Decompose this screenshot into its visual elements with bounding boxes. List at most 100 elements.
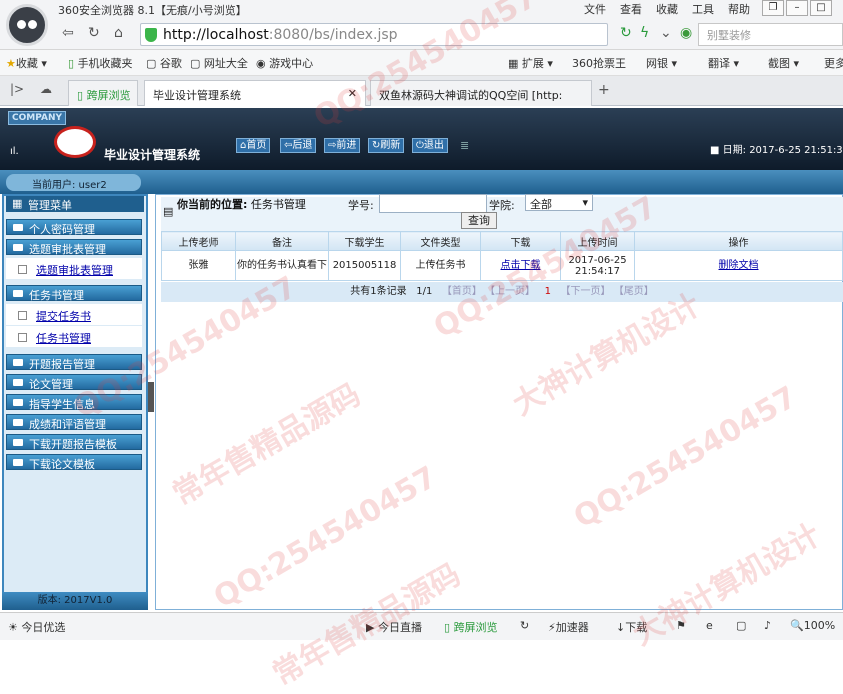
reload-icon[interactable]: ↻: [88, 25, 100, 41]
minimize-icon[interactable]: –: [786, 0, 808, 16]
delete-document-link[interactable]: 删除文档: [719, 260, 759, 271]
menu-icon[interactable]: ≣: [460, 139, 469, 152]
sidebar-item-thesis[interactable]: 论文管理: [6, 374, 142, 391]
restore-icon[interactable]: ❐: [762, 0, 784, 16]
status-cross-screen[interactable]: ▯ 跨屏浏览: [444, 619, 498, 635]
bookmark-screenshot[interactable]: 截图 ▾: [768, 55, 799, 71]
sidebar-item-download-thesis-template[interactable]: 下载论文模板: [6, 454, 142, 471]
close-tab-icon[interactable]: ✕: [348, 87, 357, 100]
task-table: 上传老师 备注 下载学生 文件类型 下载 上传时间 操作 张雅 你的任务书认真看…: [161, 231, 843, 281]
bookmark-google[interactable]: ▢ 谷歌: [146, 55, 182, 71]
sidebar-subitem-topic-approval-manage[interactable]: 选题审批表管理: [6, 258, 142, 279]
address-bar[interactable]: http://localhost:8080/bs/index.jsp: [140, 23, 608, 46]
pager-prev[interactable]: 【上一页】: [485, 286, 535, 297]
cloud-icon[interactable]: ☁: [40, 82, 52, 96]
status-bar: ☀ 今日优选 ▶ 今日直播 ▯ 跨屏浏览 ↻ ⚡加速器 ↓下载 ⚑ e ▢ ♪ …: [0, 612, 843, 640]
dropdown-icon[interactable]: ⌄: [660, 25, 672, 41]
tab-graduation-system[interactable]: 毕业设计管理系统 ✕: [144, 80, 366, 106]
menu-help[interactable]: 帮助: [728, 1, 750, 17]
sidebar-toggle-icon[interactable]: |>: [10, 82, 24, 96]
bookmark-bank[interactable]: 网银 ▾: [646, 55, 677, 71]
status-today-picks[interactable]: ☀ 今日优选: [8, 619, 65, 635]
pager-last[interactable]: 【尾页】: [614, 286, 654, 297]
status-download[interactable]: ↓下载: [616, 619, 647, 635]
browser-title-bar: 360安全浏览器 8.1【无痕/小号浏览】 文件 查看 收藏 工具 帮助 ❐ –…: [0, 0, 843, 19]
sidebar-item-grades[interactable]: 成绩和评语管理: [6, 414, 142, 431]
window-icon[interactable]: ▢: [736, 619, 746, 632]
download-link[interactable]: 点击下载: [501, 260, 541, 271]
cell-action: 删除文档: [634, 250, 843, 281]
query-button[interactable]: 查询: [461, 212, 497, 229]
bookmark-tickets[interactable]: 360抢票王: [572, 55, 626, 71]
home-button[interactable]: ⌂首页: [236, 138, 271, 153]
new-tab-icon[interactable]: +: [598, 82, 610, 98]
menu-file[interactable]: 文件: [584, 1, 606, 17]
ie-icon[interactable]: e: [706, 619, 713, 632]
pager-next[interactable]: 【下一页】: [561, 286, 611, 297]
bookmark-games[interactable]: ◉ 游戏中心: [256, 55, 313, 71]
search-engine-icon[interactable]: ◉: [680, 25, 692, 41]
address-text[interactable]: http://localhost:8080/bs/index.jsp: [163, 27, 398, 43]
app-title: 毕业设计管理系统: [104, 148, 201, 162]
menu-view[interactable]: 查看: [620, 1, 642, 17]
tab-cross-screen[interactable]: ▯ 跨屏浏览: [68, 80, 138, 106]
student-no-input[interactable]: [379, 194, 487, 213]
sidebar-item-proposal[interactable]: 开题报告管理: [6, 354, 142, 371]
bookmark-more[interactable]: 更多: [824, 55, 843, 71]
forward-button[interactable]: ⇨前进: [324, 138, 361, 153]
sidebar-item-password[interactable]: 个人密码管理: [6, 219, 142, 236]
menu-tools[interactable]: 工具: [692, 1, 714, 17]
logo-eye-icon: [28, 20, 37, 29]
app-logo-icon: [54, 126, 96, 158]
bookmark-favorites[interactable]: ★收藏 ▾: [6, 55, 47, 71]
sidebar-subitem-task-manage[interactable]: 任务书管理: [6, 326, 142, 347]
menu-favorites[interactable]: 收藏: [656, 1, 678, 17]
maximize-icon[interactable]: □: [810, 0, 832, 16]
flag-icon[interactable]: ⚑: [676, 619, 686, 632]
bookmark-mobile[interactable]: ▯ 手机收藏夹: [68, 55, 133, 71]
college-select[interactable]: 全部 ▾: [525, 194, 593, 211]
status-refresh-icon[interactable]: ↻: [520, 619, 529, 632]
tab-qq-space[interactable]: 双鱼林源码大神调试的QQ空间 [http:: [370, 80, 592, 106]
sidebar-collapse-handle[interactable]: [148, 382, 154, 412]
status-live[interactable]: ▶ 今日直播: [366, 619, 422, 635]
table-row: 张雅 你的任务书认真看下 2015005118 上传任务书 点击下载 2017-…: [161, 250, 843, 281]
location-breadcrumb: 你当前的位置: 任务书管理: [177, 198, 306, 211]
sidebar-item-topic-approval[interactable]: 选题审批表管理: [6, 239, 142, 256]
speaker-icon[interactable]: ♪: [764, 619, 771, 632]
zoom-level[interactable]: 🔍100%: [790, 619, 835, 632]
menu-title: ▦ 管理菜单: [6, 196, 144, 212]
col-upload-time: 上传时间: [560, 231, 635, 251]
table-header-row: 上传老师 备注 下载学生 文件类型 下载 上传时间 操作: [161, 231, 843, 251]
version-label: 版本: 2017V1.0: [2, 592, 148, 610]
home-icon[interactable]: ⌂: [114, 25, 123, 41]
security-shield-icon: [145, 28, 157, 42]
bookmark-sites[interactable]: ▢ 网址大全: [190, 55, 248, 71]
refresh-button[interactable]: ↻刷新: [368, 138, 405, 153]
sidebar-subitem-submit-task[interactable]: 提交任务书: [6, 304, 142, 325]
search-input[interactable]: 别墅装修: [698, 23, 843, 46]
bookmark-extensions[interactable]: ▦ 扩展 ▾: [508, 55, 553, 71]
pager-first[interactable]: 【首页】: [442, 286, 482, 297]
logo-eye-icon: [17, 20, 26, 29]
pager-current: 1: [544, 286, 551, 297]
refresh-green-icon[interactable]: ↻: [620, 25, 632, 41]
sidebar-item-download-proposal-template[interactable]: 下载开题报告模板: [6, 434, 142, 451]
sidebar: ▦ 管理菜单 个人密码管理 选题审批表管理 选题审批表管理 任务书管理 提交任务书…: [2, 194, 148, 610]
pagination: 共有1条记录 1/1 【首页】 【上一页】 1 【下一页】 【尾页】: [161, 282, 843, 302]
chevron-down-icon: ▾: [582, 196, 588, 209]
lightning-icon[interactable]: ϟ: [640, 25, 649, 41]
back-icon[interactable]: ⇦: [62, 25, 74, 41]
col-file-type: 文件类型: [400, 231, 481, 251]
grid-icon: ▦: [12, 197, 23, 210]
header-strip: 当前用户: user2: [0, 170, 843, 194]
sidebar-item-students[interactable]: 指导学生信息: [6, 394, 142, 411]
status-accelerator[interactable]: ⚡加速器: [548, 619, 589, 635]
col-teacher: 上传老师: [161, 231, 236, 251]
cell-file-type: 上传任务书: [400, 250, 481, 281]
logout-button[interactable]: ⏻退出: [412, 138, 448, 153]
back-button[interactable]: ⇦后退: [280, 138, 317, 153]
sidebar-item-task-book[interactable]: 任务书管理: [6, 285, 142, 302]
company-badge: COMPANY: [8, 111, 66, 125]
bookmark-translate[interactable]: 翻译 ▾: [708, 55, 739, 71]
